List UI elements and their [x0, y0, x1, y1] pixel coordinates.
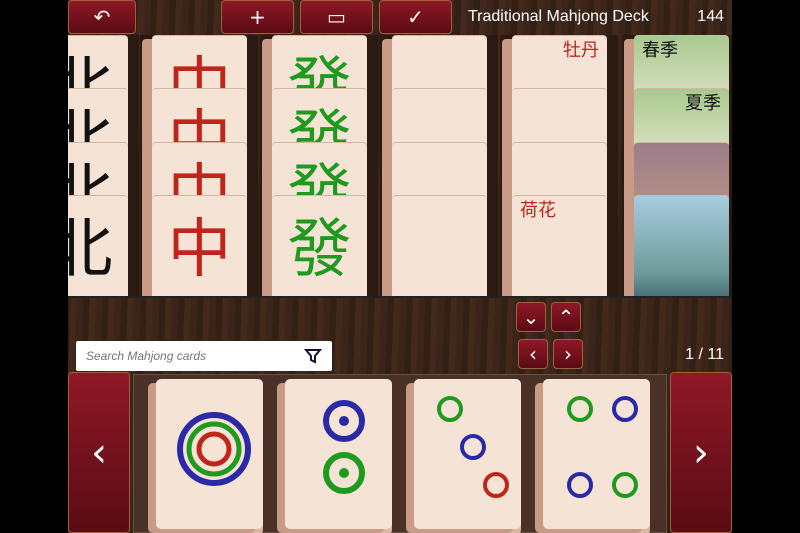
- tile-column: 牡丹 荷花: [500, 35, 618, 296]
- scroll-down-button[interactable]: ⌄: [516, 302, 546, 332]
- folder-icon: ▭: [327, 5, 346, 29]
- mahjong-tile[interactable]: 北: [68, 195, 128, 296]
- mahjong-tile[interactable]: [392, 88, 487, 148]
- add-button[interactable]: +: [221, 0, 294, 34]
- tile-column: 中中中中: [140, 35, 258, 296]
- tile-grid: 北北北北中中中中發發發發牡丹荷花春季夏季: [68, 35, 732, 298]
- mahjong-tile[interactable]: [512, 142, 607, 202]
- tile-column: 春季 夏季: [622, 35, 732, 296]
- tile-4-circles[interactable]: [543, 379, 650, 529]
- mahjong-tile[interactable]: 春季: [634, 35, 729, 95]
- tray-prev-button[interactable]: ‹: [68, 372, 130, 533]
- prev-button[interactable]: ‹: [518, 339, 548, 369]
- scroll-up-button[interactable]: ⌃: [551, 302, 581, 332]
- mahjong-tile[interactable]: 發: [272, 88, 367, 148]
- deck-title: Traditional Mahjong Deck: [468, 8, 649, 25]
- mahjong-tile[interactable]: [512, 88, 607, 148]
- mahjong-tile[interactable]: 發: [272, 35, 367, 95]
- tile-1-circle[interactable]: [156, 379, 263, 529]
- card-count: 144: [697, 8, 724, 25]
- folder-button[interactable]: ▭: [300, 0, 373, 34]
- mahjong-tile[interactable]: 北: [68, 142, 128, 202]
- search-input[interactable]: [86, 349, 304, 363]
- tile-column: 發發發發: [260, 35, 378, 296]
- mahjong-tile[interactable]: [392, 195, 487, 296]
- mahjong-tile[interactable]: 中: [152, 88, 247, 148]
- mahjong-tile[interactable]: 中: [152, 195, 247, 296]
- mahjong-tile[interactable]: [392, 35, 487, 95]
- back-button[interactable]: ↶: [68, 0, 136, 34]
- mahjong-tile[interactable]: 中: [152, 35, 247, 95]
- undo-arrow-icon: ↶: [93, 5, 111, 29]
- tile-2-circles[interactable]: [285, 379, 392, 529]
- page-indicator: 1 / 11: [685, 346, 724, 363]
- check-icon: ✓: [407, 5, 424, 29]
- mahjong-tile[interactable]: 發: [272, 142, 367, 202]
- app: ↶ + ▭ ✓ Traditional Mahjong Deck 144 北北北…: [68, 0, 732, 533]
- search-box[interactable]: [76, 341, 332, 371]
- mahjong-tile[interactable]: 荷花: [512, 195, 607, 296]
- mahjong-tile[interactable]: 北: [68, 35, 128, 95]
- mahjong-tile[interactable]: [392, 142, 487, 202]
- next-button[interactable]: ›: [553, 339, 583, 369]
- tile-column: 北北北北: [68, 35, 139, 296]
- mahjong-tile[interactable]: 發: [272, 195, 367, 296]
- mahjong-tile[interactable]: 夏季: [634, 88, 729, 148]
- confirm-button[interactable]: ✓: [379, 0, 452, 34]
- tile-tray: [133, 374, 667, 533]
- mahjong-tile[interactable]: 中: [152, 142, 247, 202]
- filter-icon[interactable]: [304, 347, 322, 365]
- plus-icon: +: [249, 5, 266, 29]
- tray-next-button[interactable]: ›: [670, 372, 732, 533]
- tile-3-circles[interactable]: [414, 379, 521, 529]
- mahjong-tile[interactable]: 牡丹: [512, 35, 607, 95]
- mahjong-tile[interactable]: [634, 195, 729, 296]
- mahjong-tile[interactable]: [634, 142, 729, 202]
- tile-column: [380, 35, 498, 296]
- mahjong-tile[interactable]: 北: [68, 88, 128, 148]
